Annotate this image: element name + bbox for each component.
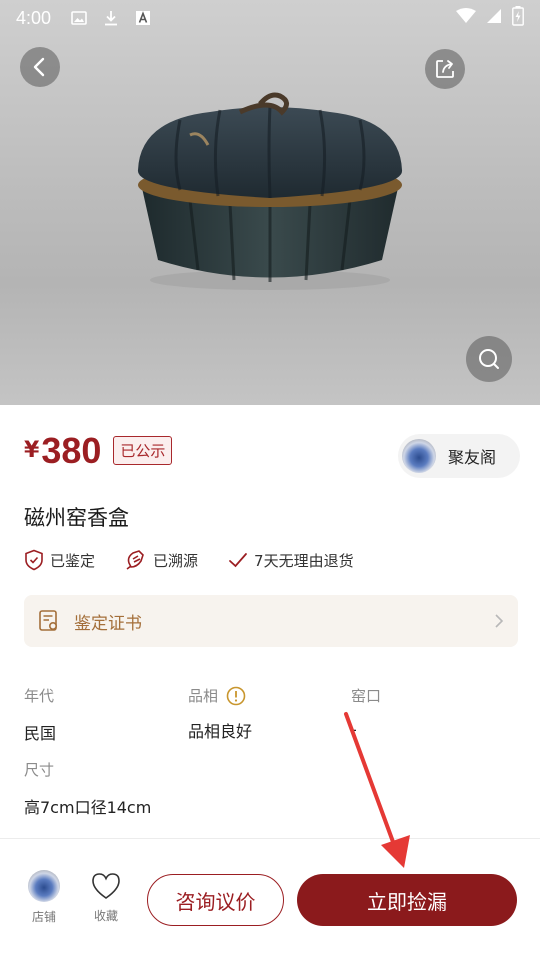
attribute-key: 尺寸 [24,761,55,779]
attribute-kiln: 窑口 - [351,685,381,739]
attribute-key: 窑口 [351,687,382,705]
product-title: 磁州窑香盒 [24,506,129,530]
shop-name: 聚友阁 [448,448,497,467]
favorite-button[interactable]: 收藏 [90,871,122,924]
tag-return-policy: 7天无理由退货 [228,550,354,571]
price-row: ¥ 380 已公示 [24,430,173,471]
certificate-row[interactable]: 鉴定证书 [24,595,518,647]
currency-symbol: ¥ [24,438,40,463]
price: 380 [41,430,102,471]
attribute-value: 品相良好 [188,722,253,741]
attribute-key: 年代 [24,687,55,705]
image-search-button[interactable] [466,336,512,382]
tag-authenticated: 已鉴定 [24,549,95,571]
bottom-action-bar: 店铺 收藏 咨询议价 立即捡漏 [0,839,540,960]
consult-price-button[interactable]: 咨询议价 [147,874,284,926]
heart-icon [92,873,120,899]
text-a-icon [135,10,151,26]
download-icon [103,10,119,26]
store-button[interactable]: 店铺 [28,870,60,925]
shop-avatar [402,439,436,473]
attribute-value: 高7cm口径14cm [24,798,152,817]
chevron-right-icon [495,614,504,628]
attribute-key-row: 品相 [188,685,252,706]
favorite-label: 收藏 [93,909,118,923]
attribute-size: 尺寸 高7cm口径14cm [24,759,151,818]
wifi-icon [456,8,476,28]
store-avatar-icon [28,870,60,902]
checkmark-icon [229,553,247,568]
tag-label: 已鉴定 [50,551,96,570]
public-badge: 已公示 [113,436,173,465]
tag-traced: 已溯源 [125,549,198,571]
back-button[interactable] [20,47,60,87]
battery-icon [512,6,524,30]
shop-chip[interactable]: 聚友阁 [398,434,520,478]
shield-check-icon [25,549,43,571]
attribute-era: 年代 民国 [24,685,56,744]
attribute-condition: 品相 品相良好 [188,685,252,742]
certificate-label: 鉴定证书 [74,613,142,634]
share-button[interactable] [425,49,465,89]
product-photo [137,92,403,290]
image-icon [71,10,87,26]
service-tags: 已鉴定 已溯源 7天无理由退货 [24,549,384,571]
certificate-icon [39,610,58,631]
signal-icon [486,8,502,28]
attribute-value: - [351,720,357,739]
attribute-key: 品相 [188,687,219,705]
trace-source-icon [126,550,144,570]
search-icon [479,349,499,369]
product-image-gallery[interactable]: 4:00 [0,0,540,405]
buy-now-button[interactable]: 立即捡漏 [297,874,517,926]
status-time: 4:00 [16,7,52,28]
attribute-value: 民国 [24,724,57,743]
chevron-left-icon [33,57,45,77]
tag-label: 已溯源 [153,551,199,570]
store-label: 店铺 [31,910,56,924]
share-icon [436,60,454,78]
tag-label: 7天无理由退货 [254,551,354,570]
info-icon[interactable] [226,686,246,706]
status-bar: 4:00 [0,0,540,36]
